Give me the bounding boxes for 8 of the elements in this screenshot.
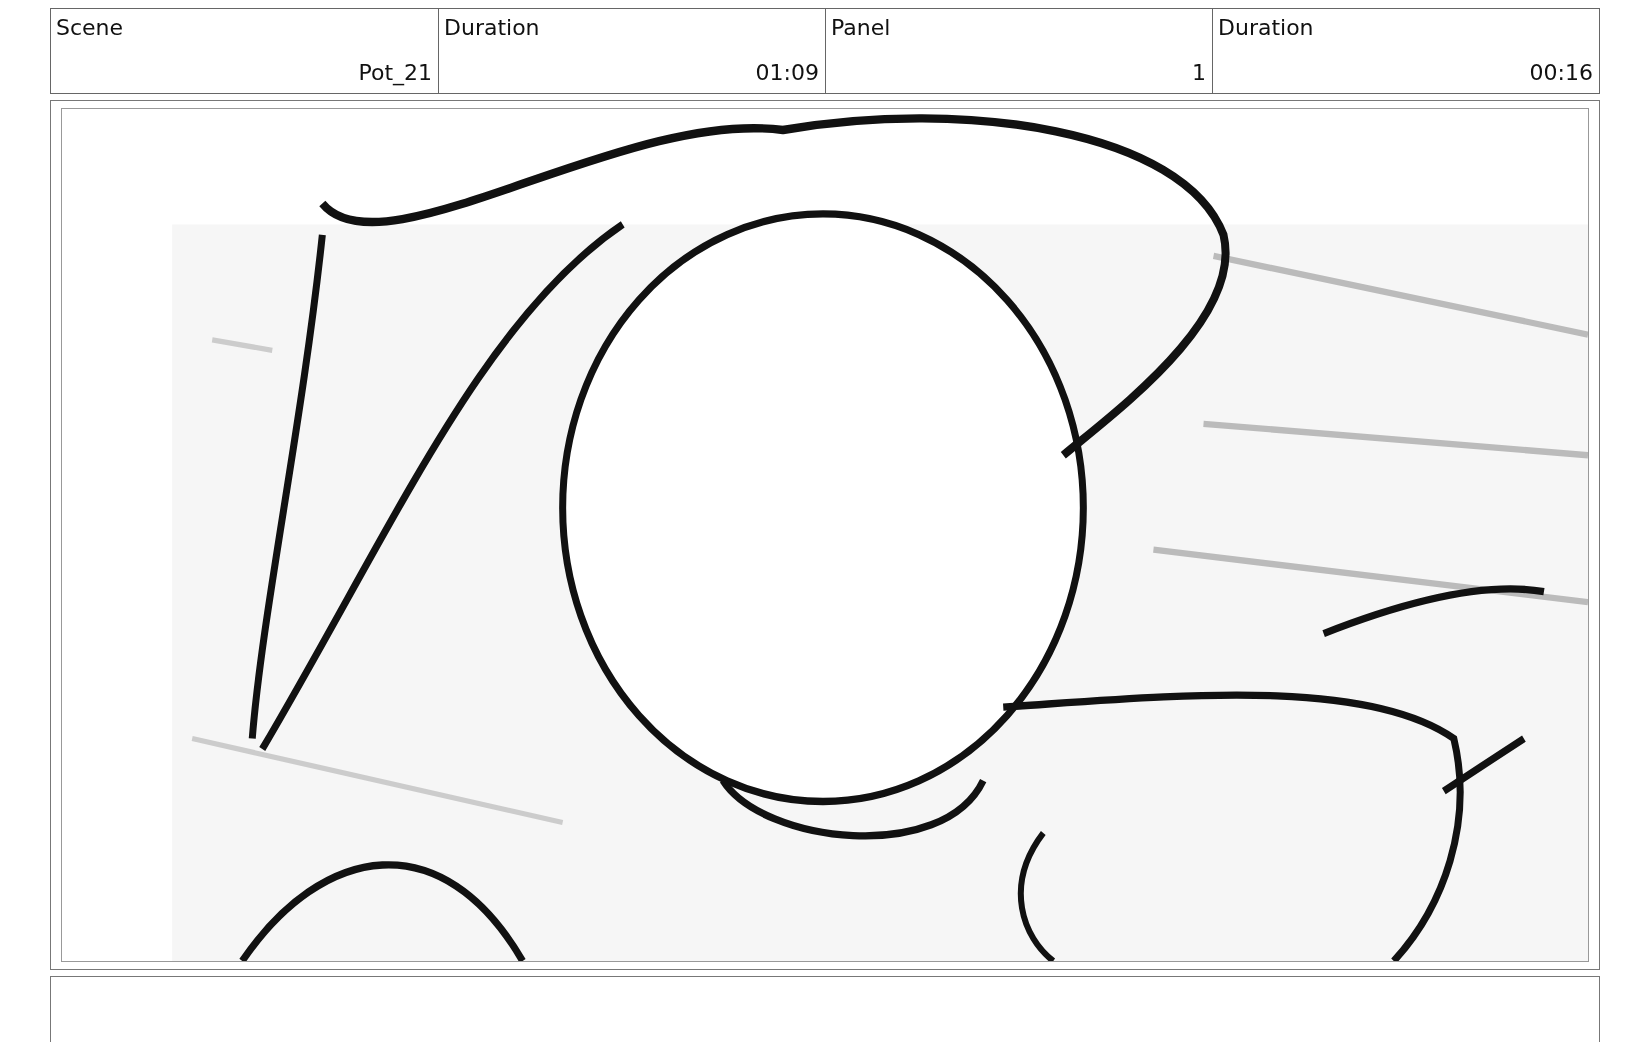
field-label: Scene [56, 15, 124, 40]
field-value: 01:09 [754, 60, 819, 85]
field-label: Duration [444, 15, 540, 40]
field-value: 1 [1191, 60, 1206, 85]
field-value: Pot_21 [357, 60, 432, 85]
field-value: 00:16 [1528, 60, 1593, 85]
field-label: Duration [1218, 15, 1314, 40]
field-label: Panel [831, 15, 891, 40]
